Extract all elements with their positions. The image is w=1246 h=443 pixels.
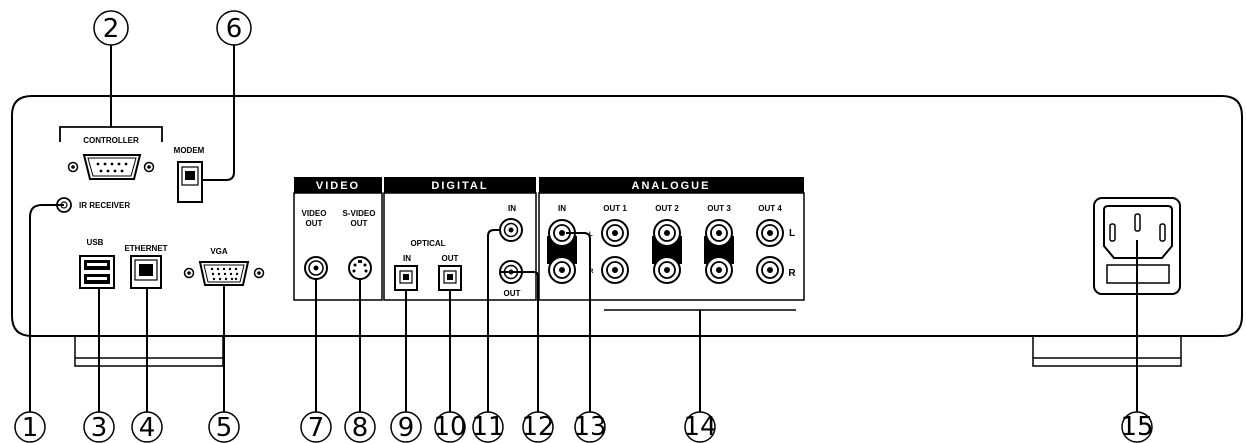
out3-right-jack[interactable]	[705, 256, 733, 284]
callout-11: 11	[471, 411, 505, 443]
callout-8: 8	[344, 411, 376, 443]
video-out-jack[interactable]	[304, 256, 328, 280]
svg-text:11: 11	[471, 412, 504, 442]
optical-label: OPTICAL	[410, 239, 445, 248]
callout-5: 5	[208, 411, 240, 443]
digital-header-text: DIGITAL	[431, 180, 488, 192]
vga-port[interactable]	[183, 261, 265, 286]
callouts: 1 2 3 4 5 6 7 8 9 10 11 12 13 14 15	[14, 10, 1154, 443]
callout-13: 13	[573, 411, 607, 443]
svg-text:9: 9	[398, 413, 415, 443]
out4-label: OUT 4	[758, 204, 782, 213]
out4-right-jack[interactable]	[756, 256, 784, 284]
svg-text:14: 14	[683, 412, 716, 442]
video-header-text: VIDEO	[316, 180, 360, 192]
modem-port[interactable]	[177, 161, 203, 203]
usb-label: USB	[87, 238, 104, 247]
out3-label: OUT 3	[707, 204, 731, 213]
out2-left-jack[interactable]	[653, 219, 681, 247]
out3-left-jack[interactable]	[705, 219, 733, 247]
ir-receiver-label: IR RECEIVER	[79, 201, 130, 210]
callout-7: 7	[300, 411, 332, 443]
out2-label: OUT 2	[655, 204, 679, 213]
coax-in-jack[interactable]	[499, 218, 523, 242]
optical-out-label: OUT	[442, 254, 459, 263]
svg-text:15: 15	[1120, 412, 1153, 442]
optical-in-label: IN	[403, 254, 411, 263]
out2-right-jack[interactable]	[653, 256, 681, 284]
optical-out-port[interactable]	[438, 265, 462, 291]
svg-text:10: 10	[433, 412, 466, 442]
coax-out-label: OUT	[504, 289, 521, 298]
svg-text:8: 8	[352, 413, 369, 443]
right-channel-label: R	[788, 268, 796, 279]
callout-15: 15	[1120, 411, 1154, 443]
controller-label: CONTROLLER	[83, 136, 139, 145]
svg-text:3: 3	[91, 413, 108, 443]
analogue-pair-backgrounds	[547, 236, 734, 264]
optical-in-port[interactable]	[394, 265, 418, 291]
callout-6: 6	[216, 10, 252, 46]
coax-in-label: IN	[508, 204, 516, 213]
callout-4: 4	[131, 411, 163, 443]
callout-12: 12	[521, 411, 555, 443]
callout-14: 14	[683, 411, 717, 443]
out4-left-jack[interactable]	[756, 219, 784, 247]
video-out-label-2: OUT	[306, 219, 323, 228]
callout-leaders	[29, 45, 1138, 415]
svideo-out-label-1: S-VIDEO	[343, 209, 376, 218]
analogue-in-right-jack[interactable]	[548, 256, 576, 284]
svg-text:2: 2	[103, 14, 120, 44]
left-channel-label: L	[789, 228, 795, 239]
out1-right-jack[interactable]	[601, 256, 629, 284]
svg-text:4: 4	[139, 413, 156, 443]
svideo-out-jack[interactable]	[348, 256, 372, 280]
modem-label: MODEM	[174, 146, 205, 155]
analogue-in-label: IN	[558, 204, 566, 213]
foot-right	[1032, 335, 1182, 367]
callout-9: 9	[390, 411, 422, 443]
svideo-out-label-2: OUT	[351, 219, 368, 228]
svg-text:7: 7	[308, 413, 325, 443]
callout-10: 10	[433, 411, 467, 443]
svg-text:5: 5	[216, 413, 233, 443]
out1-left-jack[interactable]	[601, 219, 629, 247]
svg-text:12: 12	[521, 412, 554, 442]
foot-left	[74, 335, 224, 367]
svg-text:13: 13	[573, 412, 606, 442]
usb-ports[interactable]	[79, 255, 115, 289]
svg-text:6: 6	[226, 14, 243, 44]
callout-3: 3	[83, 411, 115, 443]
svg-text:1: 1	[22, 413, 39, 443]
vga-label: VGA	[210, 247, 228, 256]
callout-1: 1	[14, 411, 46, 443]
out1-label: OUT 1	[603, 204, 627, 213]
rear-panel-diagram: CONTROLLER MODEM IR RECEIVER USB ETHERNE…	[11, 10, 1243, 443]
analogue-header-text: ANALOGUE	[632, 180, 711, 192]
controller-port[interactable]	[67, 154, 155, 180]
ethernet-port[interactable]	[130, 255, 162, 289]
video-out-label-1: VIDEO	[302, 209, 327, 218]
callout-2: 2	[93, 10, 129, 46]
ethernet-label: ETHERNET	[124, 244, 167, 253]
